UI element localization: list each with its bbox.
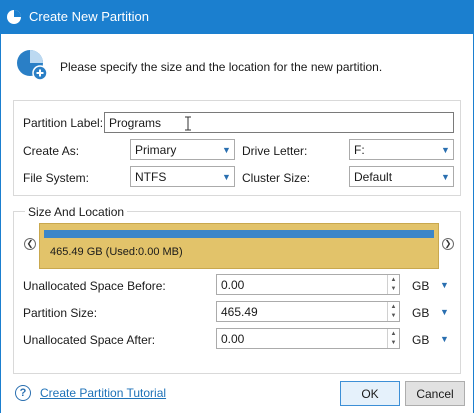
window-title: Create New Partition bbox=[29, 9, 149, 24]
text-cursor-icon bbox=[184, 116, 192, 131]
unallocated-after-unit: GB bbox=[412, 333, 430, 347]
partition-size-value: 465.49 bbox=[221, 305, 258, 319]
chevron-down-icon: ▼ bbox=[441, 144, 450, 155]
drive-letter-value: F: bbox=[354, 143, 365, 157]
file-system-label: File System: bbox=[23, 171, 90, 185]
move-right-button[interactable]: ❯ bbox=[442, 238, 454, 250]
partition-size-input[interactable]: 465.49 ▲ ▼ bbox=[216, 301, 400, 322]
chevron-down-icon[interactable]: ▼ bbox=[440, 334, 449, 344]
partition-label-input[interactable]: Programs bbox=[104, 112, 454, 133]
size-location-title: Size And Location bbox=[25, 205, 128, 219]
chevron-left-icon: ❮ bbox=[26, 239, 34, 248]
create-as-select[interactable]: Primary ▼ bbox=[130, 139, 235, 160]
spinner-arrows-icon[interactable]: ▲ ▼ bbox=[387, 275, 399, 294]
cancel-button[interactable]: Cancel bbox=[405, 381, 465, 406]
unallocated-after-value: 0.00 bbox=[221, 332, 245, 346]
spinner-arrows-icon[interactable]: ▲ ▼ bbox=[387, 302, 399, 321]
partition-size-unit: GB bbox=[412, 306, 430, 320]
chevron-down-icon: ▼ bbox=[222, 171, 231, 182]
chevron-down-icon[interactable]: ▼ bbox=[440, 307, 449, 317]
partition-size-label: Partition Size: bbox=[23, 306, 98, 320]
cluster-size-value: Default bbox=[354, 170, 393, 184]
unallocated-after-input[interactable]: 0.00 ▲ ▼ bbox=[216, 328, 400, 349]
tutorial-link[interactable]: Create Partition Tutorial bbox=[40, 386, 166, 400]
partition-size-text: 465.49 GB (Used:0.00 MB) bbox=[50, 246, 183, 258]
create-as-label: Create As: bbox=[23, 144, 80, 158]
add-partition-icon bbox=[15, 48, 49, 82]
partition-label-value: Programs bbox=[109, 116, 162, 130]
create-as-value: Primary bbox=[135, 143, 177, 157]
chevron-right-icon: ❯ bbox=[444, 239, 452, 248]
instruction-text: Please specify the size and the location… bbox=[60, 60, 383, 74]
spinner-arrows-icon[interactable]: ▲ ▼ bbox=[387, 329, 399, 348]
file-system-select[interactable]: NTFS ▼ bbox=[130, 166, 235, 187]
cluster-size-select[interactable]: Default ▼ bbox=[349, 166, 454, 187]
unallocated-before-label: Unallocated Space Before: bbox=[23, 279, 166, 293]
file-system-value: NTFS bbox=[135, 170, 167, 184]
help-icon[interactable]: ? bbox=[15, 385, 31, 401]
unallocated-before-input[interactable]: 0.00 ▲ ▼ bbox=[216, 274, 400, 295]
move-left-button[interactable]: ❮ bbox=[24, 238, 36, 250]
drive-letter-select[interactable]: F: ▼ bbox=[349, 139, 454, 160]
unallocated-before-unit: GB bbox=[412, 279, 430, 293]
drive-letter-label: Drive Letter: bbox=[242, 144, 308, 158]
chevron-down-icon[interactable]: ▼ bbox=[440, 280, 449, 290]
app-icon bbox=[6, 9, 22, 25]
partition-usage-stripe bbox=[44, 230, 434, 238]
cluster-size-label: Cluster Size: bbox=[242, 171, 311, 185]
unallocated-after-label: Unallocated Space After: bbox=[23, 333, 156, 347]
partition-label-label: Partition Label: bbox=[23, 116, 104, 130]
chevron-down-icon: ▼ bbox=[441, 171, 450, 182]
ok-button[interactable]: OK bbox=[340, 381, 400, 406]
chevron-down-icon: ▼ bbox=[222, 144, 231, 155]
unallocated-before-value: 0.00 bbox=[221, 278, 245, 292]
